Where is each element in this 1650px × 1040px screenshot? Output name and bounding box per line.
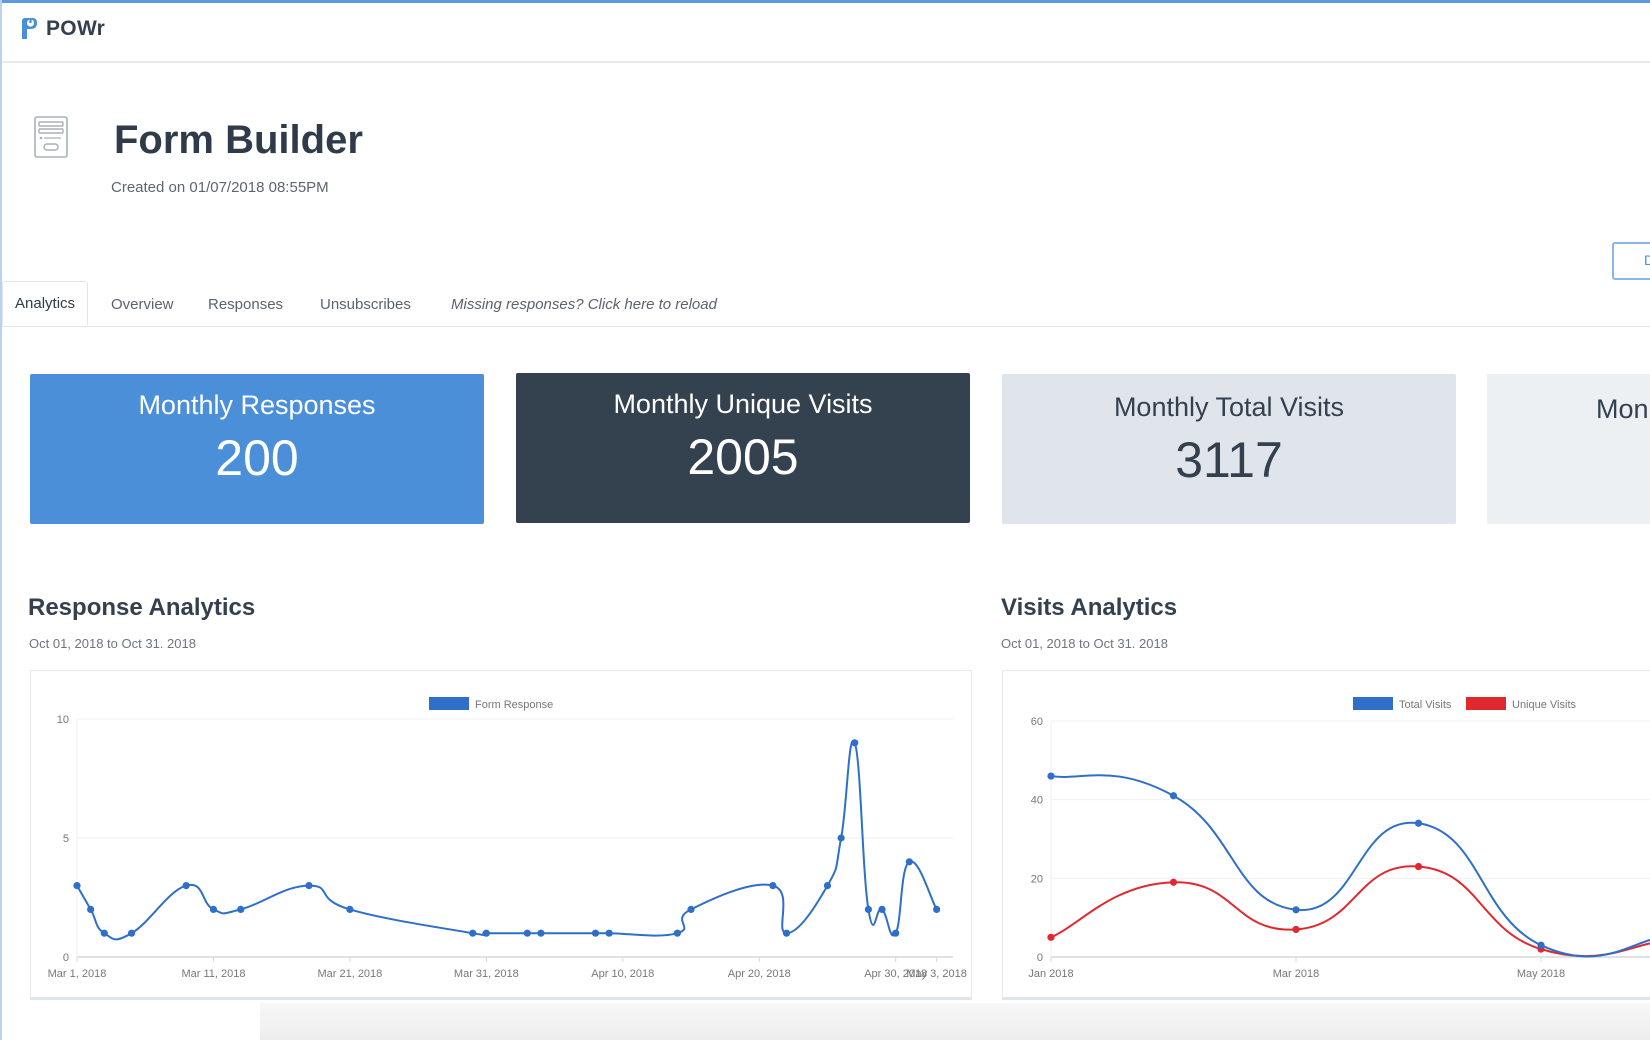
data-point — [1047, 772, 1055, 780]
y-tick-label: 10 — [57, 714, 69, 726]
data-point — [837, 834, 845, 842]
tab-overview[interactable]: Overview — [111, 281, 174, 325]
data-point — [537, 929, 545, 937]
data-point — [523, 929, 531, 937]
data-point — [782, 929, 791, 937]
stat-card-monthly-responses: Monthly Responses 200 — [30, 374, 484, 524]
visits-analytics-title: Visits Analytics — [1001, 594, 1178, 621]
series-line-form-response — [76, 739, 938, 941]
data-point — [182, 882, 190, 890]
data-point — [687, 905, 695, 913]
data-point — [892, 929, 900, 937]
data-point — [237, 905, 245, 913]
data-point — [482, 929, 490, 937]
data-point — [1169, 792, 1178, 800]
data-point — [87, 905, 95, 913]
data-point — [127, 929, 136, 937]
data-point — [851, 739, 859, 747]
tab-responses[interactable]: Responses — [208, 281, 283, 325]
top-navbar: POWr — [2, 3, 1650, 63]
response-analytics-title: Response Analytics — [28, 594, 256, 621]
x-tick-label: Mar 31, 2018 — [454, 968, 519, 980]
form-icon — [34, 116, 68, 158]
response-chart[interactable]: 0 5 10 Mar 1, 2018 Mar 11, 2018 Mar 21, 2018 M… — [31, 671, 971, 997]
data-point — [209, 905, 218, 913]
stat-card-monthly-total-visits: Monthly Total Visits 3117 — [1002, 374, 1456, 524]
stat-label: Monthly Unique Visits — [613, 389, 873, 419]
data-point — [469, 929, 477, 937]
data-point — [1292, 925, 1300, 934]
data-point — [769, 882, 777, 890]
stat-card-partial: Mon — [1487, 374, 1650, 524]
y-tick-label: 0 — [1037, 952, 1043, 964]
x-tick-label: May 2018 — [1517, 968, 1565, 980]
data-point — [73, 882, 81, 890]
stat-value: 2005 — [687, 429, 799, 485]
page-title: Form Builder — [114, 118, 363, 162]
data-point — [1047, 933, 1055, 941]
visits-chart-panel: 0 20 40 60 Jan 2018 Mar 2018 May 2018 Total Vis… — [1002, 670, 1650, 1000]
x-tick-label: Jan 2018 — [1028, 968, 1073, 980]
created-date: Created on 01/07/2018 08:55PM — [111, 179, 329, 196]
data-point — [346, 905, 354, 913]
x-tick-label: Mar 1, 2018 — [48, 968, 107, 980]
x-tick-label: Apr 20, 2018 — [728, 968, 791, 980]
data-point — [1414, 862, 1423, 871]
stat-label: Mon — [1596, 394, 1649, 424]
data-point — [878, 905, 886, 913]
y-tick-label: 0 — [63, 952, 69, 964]
legend-swatch-form-response — [429, 697, 469, 710]
y-tick-label: 5 — [63, 833, 69, 845]
bottom-overlay — [260, 1003, 1650, 1040]
x-tick-label: Mar 2018 — [1273, 968, 1319, 980]
data-point — [1169, 878, 1178, 886]
tab-bar: Analytics Overview Responses Unsubscribe… — [2, 281, 1650, 327]
legend-swatch-unique-visits — [1466, 697, 1506, 710]
data-point — [305, 882, 313, 890]
data-point — [905, 858, 913, 866]
stat-card-monthly-unique-visits: Monthly Unique Visits 2005 — [516, 373, 970, 523]
powr-logo-icon — [22, 18, 37, 39]
tab-unsubscribes[interactable]: Unsubscribes — [320, 281, 411, 325]
y-tick-label: 40 — [1031, 795, 1043, 807]
stat-label: Monthly Responses — [138, 390, 376, 420]
data-point — [864, 905, 873, 913]
x-tick-label: Mar 11, 2018 — [181, 968, 245, 980]
legend-label-total-visits: Total Visits — [1399, 699, 1452, 711]
series-line-total-visits — [1050, 774, 1650, 958]
reload-responses-link[interactable]: Missing responses? Click here to reload — [451, 281, 717, 325]
response-analytics-range: Oct 01, 2018 to Oct 31. 2018 — [29, 636, 196, 651]
stat-value: 3117 — [1175, 432, 1283, 488]
data-point — [591, 929, 600, 937]
y-tick-label: 60 — [1031, 716, 1043, 728]
stat-label: Monthly Total Visits — [1113, 392, 1345, 422]
brand-logo[interactable]: POWr — [20, 17, 105, 41]
stat-value: 200 — [215, 430, 299, 486]
data-point — [823, 882, 832, 890]
data-point — [1292, 906, 1300, 914]
header-action-button[interactable]: D — [1612, 242, 1650, 280]
x-tick-label: Apr 10, 2018 — [591, 968, 654, 980]
data-point — [1537, 941, 1545, 949]
data-point — [605, 929, 613, 937]
tab-analytics[interactable]: Analytics — [2, 281, 89, 326]
visits-analytics-range: Oct 01, 2018 to Oct 31. 2018 — [1001, 636, 1168, 651]
legend-label-form-response: Form Response — [475, 699, 553, 711]
x-tick-label: Mar 21, 2018 — [317, 968, 382, 980]
data-point — [933, 905, 941, 913]
y-tick-label: 20 — [1031, 873, 1043, 885]
left-accent-line — [0, 0, 2, 1040]
brand-name: POWr — [46, 17, 106, 40]
x-tick-label: May 3, 2018 — [906, 968, 967, 980]
series-line-unique-visits — [1050, 865, 1650, 958]
data-point — [673, 929, 681, 937]
legend-label-unique-visits: Unique Visits — [1512, 699, 1576, 711]
data-point — [1414, 819, 1423, 827]
visits-chart[interactable]: 0 20 40 60 Jan 2018 Mar 2018 May 2018 Total Vis… — [1003, 671, 1650, 997]
legend-swatch-total-visits — [1353, 697, 1393, 710]
data-point — [100, 929, 108, 937]
response-chart-panel: 0 5 10 Mar 1, 2018 Mar 11, 2018 Mar 21, 2018 M… — [30, 670, 972, 1000]
